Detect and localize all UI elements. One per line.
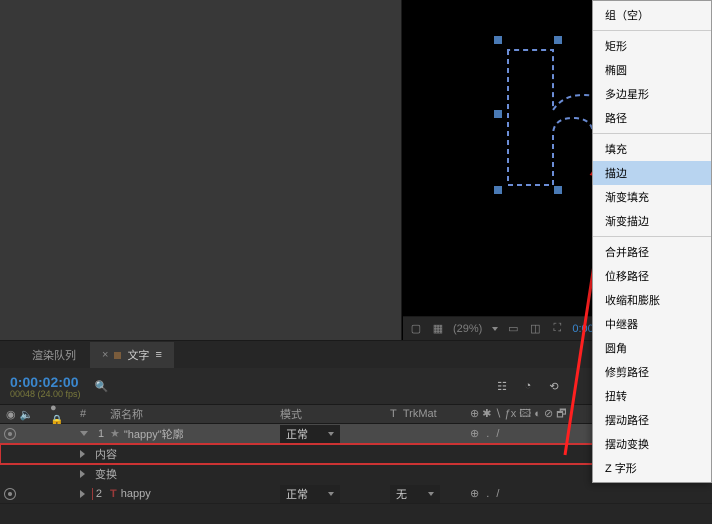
col-trkmat[interactable]: T TrkMat bbox=[386, 408, 466, 420]
col-number: # bbox=[76, 408, 106, 420]
zoom-level[interactable]: (29%) bbox=[453, 323, 482, 335]
menu-item-gradient-stroke[interactable]: 渐变描边 bbox=[593, 209, 711, 233]
screen-icon[interactable]: ▢ bbox=[409, 323, 423, 335]
resolution-icon[interactable]: ▭ bbox=[506, 323, 520, 335]
menu-item-polystar[interactable]: 多边星形 bbox=[593, 82, 711, 106]
dropdown-caret-icon[interactable] bbox=[492, 327, 498, 331]
trkmat-dropdown[interactable]: 无 bbox=[390, 485, 440, 503]
menu-item-zigzag[interactable]: Z 字形 bbox=[593, 456, 711, 480]
label-chip[interactable] bbox=[92, 488, 93, 500]
menu-item-repeater[interactable]: 中继器 bbox=[593, 312, 711, 336]
tab-label: 渲染队列 bbox=[32, 347, 76, 363]
tab-label: 文字 bbox=[127, 347, 149, 363]
menu-item-twist[interactable]: 扭转 bbox=[593, 384, 711, 408]
left-panel bbox=[0, 0, 402, 340]
layer-number: 1 bbox=[98, 428, 104, 440]
speaker-icon: 🔈 bbox=[20, 408, 34, 421]
col-lock: ● 🔒 bbox=[46, 402, 76, 427]
star-icon: ★ bbox=[110, 427, 120, 440]
blend-mode-dropdown[interactable]: 正常 bbox=[280, 485, 340, 503]
menu-item-group[interactable]: 组（空） bbox=[593, 3, 711, 27]
transform-handle[interactable] bbox=[554, 36, 562, 44]
menu-item-wiggle-paths[interactable]: 摆动路径 bbox=[593, 408, 711, 432]
menu-separator bbox=[593, 236, 711, 237]
layer-row[interactable]: 2 Thappy 正常 无 ⊕ . / bbox=[0, 484, 712, 504]
transform-handle[interactable] bbox=[554, 186, 562, 194]
transform-handle[interactable] bbox=[494, 186, 502, 194]
layer-name: "happy"轮廓 bbox=[124, 426, 184, 442]
layer-number: 2 bbox=[96, 488, 102, 500]
search-icon[interactable]: 🔍 bbox=[95, 380, 109, 393]
blend-mode-dropdown[interactable]: 正常 bbox=[280, 425, 340, 443]
visibility-toggle[interactable] bbox=[4, 488, 16, 500]
menu-item-path[interactable]: 路径 bbox=[593, 106, 711, 130]
menu-item-wiggle-transform[interactable]: 摆动变换 bbox=[593, 432, 711, 456]
transform-handle[interactable] bbox=[494, 110, 502, 118]
region-icon[interactable]: ⛶ bbox=[550, 323, 564, 335]
menu-separator bbox=[593, 30, 711, 31]
menu-item-ellipse[interactable]: 椭圆 bbox=[593, 58, 711, 82]
dropdown-caret-icon bbox=[428, 492, 434, 496]
twirl-icon[interactable] bbox=[80, 431, 88, 436]
grid-icon[interactable]: ▦ bbox=[431, 323, 445, 335]
sublayer-label: 内容 bbox=[95, 446, 117, 462]
graph-icon[interactable]: ◔ bbox=[520, 378, 536, 394]
menu-item-offset-paths[interactable]: 位移路径 bbox=[593, 264, 711, 288]
current-timecode: 0:00:02:00 bbox=[10, 374, 81, 390]
menu-item-stroke[interactable]: 描边 bbox=[593, 161, 711, 185]
col-source-name[interactable]: 源名称 bbox=[106, 406, 276, 422]
twirl-icon[interactable] bbox=[80, 450, 85, 458]
menu-item-pucker-bloat[interactable]: 收缩和膨胀 bbox=[593, 288, 711, 312]
tab-composition[interactable]: × 文字 ≡ bbox=[90, 342, 174, 368]
eye-icon: ◉ bbox=[6, 408, 16, 421]
dropdown-caret-icon bbox=[328, 432, 334, 436]
layer-switches[interactable]: ⊕ . / bbox=[470, 487, 501, 500]
text-layer-icon: T bbox=[110, 488, 117, 500]
visibility-toggle[interactable] bbox=[4, 428, 16, 440]
fps-label: 00048 (24.00 fps) bbox=[10, 389, 81, 399]
col-av: ◉ 🔈 bbox=[0, 408, 46, 421]
mask-icon[interactable]: ◫ bbox=[528, 323, 542, 335]
layer-switches[interactable]: ⊕ . / bbox=[470, 427, 501, 440]
shy-icon[interactable]: ⟲ bbox=[546, 378, 562, 394]
col-mode[interactable]: 模式 bbox=[276, 406, 386, 422]
menu-item-merge-paths[interactable]: 合并路径 bbox=[593, 240, 711, 264]
sublayer-label: 变换 bbox=[95, 466, 117, 482]
tab-render-queue[interactable]: 渲染队列 bbox=[20, 342, 88, 368]
menu-item-trim-paths[interactable]: 修剪路径 bbox=[593, 360, 711, 384]
close-icon[interactable]: × bbox=[102, 349, 108, 361]
twirl-icon[interactable] bbox=[80, 490, 85, 498]
menu-item-round-corners[interactable]: 圆角 bbox=[593, 336, 711, 360]
tree-icon[interactable]: ☷ bbox=[494, 378, 510, 394]
menu-item-fill[interactable]: 填充 bbox=[593, 137, 711, 161]
dropdown-caret-icon bbox=[328, 492, 334, 496]
twirl-icon[interactable] bbox=[80, 470, 85, 478]
panel-menu-icon[interactable]: ≡ bbox=[155, 349, 161, 361]
add-context-menu: 组（空） 矩形 椭圆 多边星形 路径 填充 描边 渐变填充 渐变描边 合并路径 … bbox=[592, 0, 712, 483]
menu-item-gradient-fill[interactable]: 渐变填充 bbox=[593, 185, 711, 209]
menu-separator bbox=[593, 133, 711, 134]
timecode-block[interactable]: 0:00:02:00 00048 (24.00 fps) bbox=[10, 374, 81, 399]
layer-name: happy bbox=[121, 488, 151, 500]
menu-item-rectangle[interactable]: 矩形 bbox=[593, 34, 711, 58]
comp-color-chip bbox=[114, 352, 121, 359]
bullet-icon: ● bbox=[50, 402, 57, 414]
transform-handle[interactable] bbox=[494, 36, 502, 44]
